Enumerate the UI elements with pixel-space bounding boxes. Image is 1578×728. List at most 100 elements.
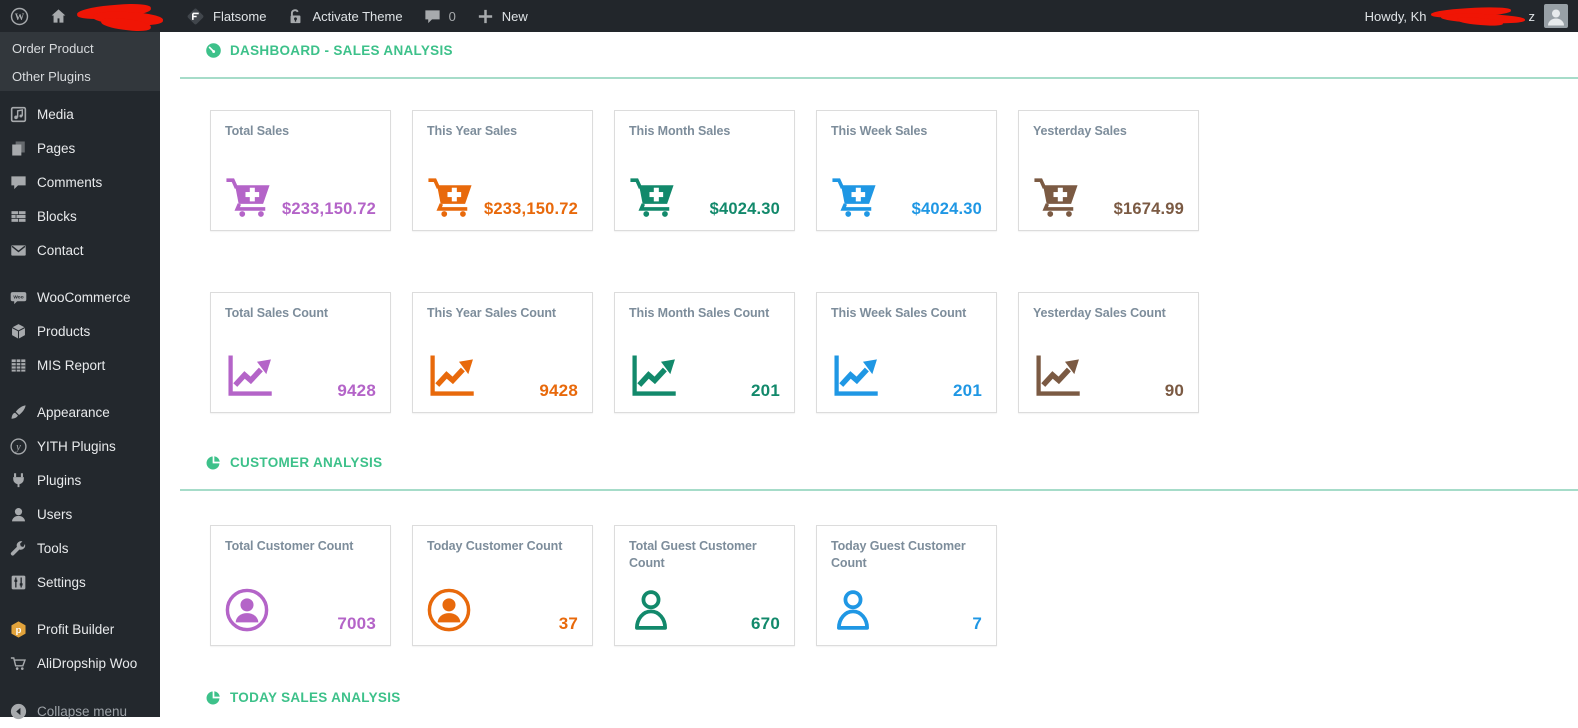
sidebar-item-collapse-menu[interactable]: Collapse menu [0, 694, 160, 728]
tools-wrench-icon [9, 539, 28, 558]
sidebar-item-appearance[interactable]: Appearance [0, 395, 160, 429]
yith-icon [9, 437, 28, 456]
person-circle-icon [427, 588, 471, 632]
sidebar-item-tools[interactable]: Tools [0, 531, 160, 565]
customer-cards-row: Total Customer Count 7003 Today Customer… [210, 525, 1578, 646]
card-this-month-sales-count: This Month Sales Count 201 [614, 292, 795, 413]
comments-menu[interactable]: 0 [413, 0, 466, 32]
admin-sidebar: Order Product Other Plugins Media Pages … [0, 32, 160, 717]
card-this-year-sales-count: This Year Sales Count 9428 [412, 292, 593, 413]
card-title: Today Customer Count [427, 538, 578, 555]
plugins-plug-icon [9, 471, 28, 490]
sidebar-item-woocommerce[interactable]: WooCommerce [0, 280, 160, 314]
sidebar-item-pages[interactable]: Pages [0, 131, 160, 165]
sidebar-item-mis-report[interactable]: MIS Report [0, 348, 160, 382]
section-heading-today-sales-analysis: TODAY SALES ANALYSIS [205, 689, 1578, 706]
sidebar-item-label: Comments [37, 175, 102, 190]
chart-line-icon [629, 354, 679, 399]
card-value: 9428 [337, 382, 376, 399]
card-value: $4024.30 [912, 201, 982, 218]
card-title: This Week Sales Count [831, 305, 982, 322]
sidebar-item-label: Blocks [37, 209, 77, 224]
card-yesterday-sales-count: Yesterday Sales Count 90 [1018, 292, 1199, 413]
sidebar-item-label: Appearance [37, 405, 110, 420]
card-value: 37 [559, 615, 578, 632]
new-label: New [502, 9, 528, 24]
card-value: $233,150.72 [282, 201, 376, 218]
section-title: DASHBOARD - SALES ANALYSIS [230, 43, 453, 58]
sidebar-item-comments[interactable]: Comments [0, 165, 160, 199]
card-today-customer-count: Today Customer Count 37 [412, 525, 593, 646]
card-title: Total Sales [225, 123, 376, 140]
sidebar-item-label: WooCommerce [37, 290, 131, 305]
sidebar-item-media[interactable]: Media [0, 97, 160, 131]
sidebar-subitem-order-product[interactable]: Order Product [0, 34, 160, 62]
users-person-icon [9, 505, 28, 524]
new-content-menu[interactable]: New [466, 0, 538, 32]
card-value: 7003 [337, 615, 376, 632]
flatsome-icon [185, 6, 206, 27]
card-title: This Month Sales [629, 123, 780, 140]
chart-line-icon [1033, 354, 1083, 399]
blocks-icon [9, 207, 28, 226]
unlock-icon [286, 7, 305, 26]
section-divider [180, 77, 1578, 79]
chart-line-icon [831, 354, 881, 399]
card-value: $233,150.72 [484, 201, 578, 218]
sidebar-item-label: Tools [37, 541, 69, 556]
open-submenu-panel: Order Product Other Plugins [0, 32, 160, 91]
card-this-year-sales: This Year Sales $233,150.72 [412, 110, 593, 231]
sidebar-item-blocks[interactable]: Blocks [0, 199, 160, 233]
flatsome-menu[interactable]: Flatsome [175, 0, 276, 32]
pie-chart-icon [205, 454, 222, 471]
sidebar-item-plugins[interactable]: Plugins [0, 463, 160, 497]
card-yesterday-sales: Yesterday Sales $1674.99 [1018, 110, 1199, 231]
sidebar-item-settings[interactable]: Settings [0, 565, 160, 599]
avatar [1544, 4, 1568, 28]
sidebar-item-label: MIS Report [37, 358, 105, 373]
sidebar-item-profit-builder[interactable]: Profit Builder [0, 612, 160, 646]
site-name-menu[interactable] [39, 0, 175, 32]
sidebar-item-users[interactable]: Users [0, 497, 160, 531]
activate-theme-label: Activate Theme [312, 9, 402, 24]
howdy-text: Howdy, Kh [1365, 9, 1427, 24]
card-title: This Year Sales Count [427, 305, 578, 322]
sidebar-item-alidropship-woo[interactable]: AliDropship Woo [0, 646, 160, 680]
howdy-account-menu[interactable]: Howdy, Kh z [1355, 0, 1578, 32]
card-value: 90 [1165, 382, 1184, 399]
dashboard-gauge-icon [205, 42, 222, 59]
alidropship-cart-icon [9, 654, 28, 673]
sidebar-item-label: Contact [37, 243, 84, 258]
card-this-week-sales: This Week Sales $4024.30 [816, 110, 997, 231]
person-outline-icon [629, 588, 673, 632]
wordpress-logo-menu[interactable] [0, 0, 39, 32]
comments-icon [9, 173, 28, 192]
cart-plus-icon [629, 175, 675, 217]
section-heading-dashboard-sales-analysis: DASHBOARD - SALES ANALYSIS [205, 42, 1578, 59]
wordpress-logo-icon [10, 7, 29, 26]
section-title: TODAY SALES ANALYSIS [230, 690, 401, 705]
card-this-month-sales: This Month Sales $4024.30 [614, 110, 795, 231]
card-title: This Month Sales Count [629, 305, 780, 322]
card-today-guest-customer-count: Today Guest Customer Count 7 [816, 525, 997, 646]
section-title: CUSTOMER ANALYSIS [230, 455, 382, 470]
collapse-arrow-icon [9, 702, 28, 721]
cart-plus-icon [1033, 175, 1079, 217]
woocommerce-icon [9, 288, 28, 307]
dashboard-content: DASHBOARD - SALES ANALYSIS Total Sales $… [160, 32, 1578, 717]
sidebar-item-contact[interactable]: Contact [0, 233, 160, 267]
sidebar-item-products[interactable]: Products [0, 314, 160, 348]
card-title: Total Sales Count [225, 305, 376, 322]
card-total-sales: Total Sales $233,150.72 [210, 110, 391, 231]
card-title: Total Customer Count [225, 538, 376, 555]
card-total-sales-count: Total Sales Count 9428 [210, 292, 391, 413]
sidebar-item-yith-plugins[interactable]: YITH Plugins [0, 429, 160, 463]
products-box-icon [9, 322, 28, 341]
card-title: This Year Sales [427, 123, 578, 140]
sidebar-item-label: Profit Builder [37, 622, 114, 637]
sidebar-subitem-other-plugins[interactable]: Other Plugins [0, 62, 160, 90]
media-icon [9, 105, 28, 124]
activate-theme-menu[interactable]: Activate Theme [276, 0, 412, 32]
section-divider [180, 489, 1578, 491]
comment-count: 0 [449, 9, 456, 24]
